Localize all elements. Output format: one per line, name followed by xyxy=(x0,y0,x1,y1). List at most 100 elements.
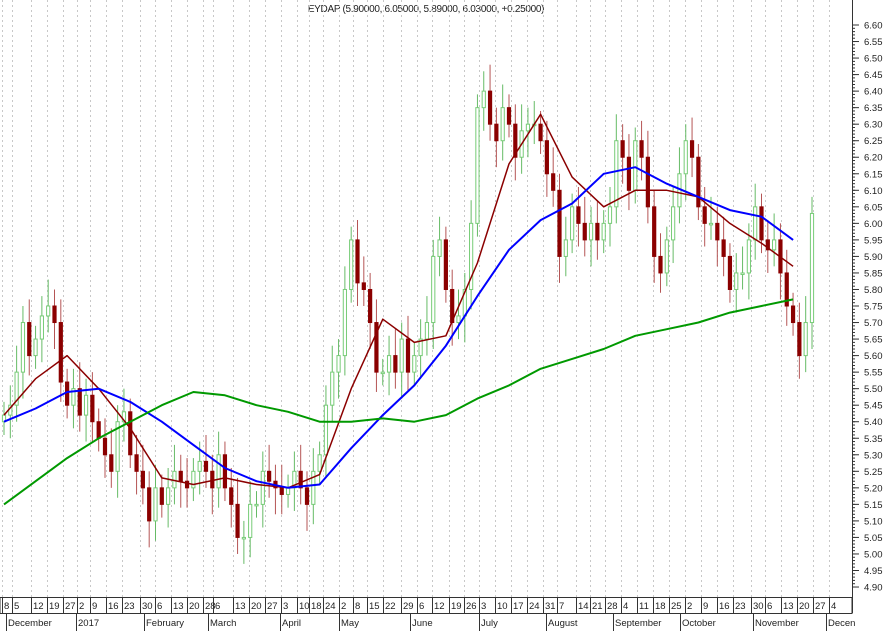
x-month-label: December xyxy=(8,618,52,629)
y-tick-label: 5.45 xyxy=(864,401,883,412)
candle-body xyxy=(595,222,600,241)
x-day-label: 4 xyxy=(831,601,836,612)
x-day-label: 10 xyxy=(497,601,508,612)
candle-body xyxy=(222,454,228,489)
candle xyxy=(740,246,745,290)
candle xyxy=(393,329,398,389)
x-day-label: 6 xyxy=(419,601,424,612)
candle-body xyxy=(267,470,272,482)
chart-canvas: 6.60 6.55 6.50 6.45 6.40 6.35 6.30 6.25 6.20 6.15… xyxy=(0,0,883,631)
candle xyxy=(797,302,802,379)
candle-body xyxy=(721,239,726,257)
candle-body xyxy=(582,222,587,241)
y-tick-label: 5.05 xyxy=(864,533,883,544)
candle-body xyxy=(506,107,512,125)
x-month-label: November xyxy=(755,618,799,629)
x-day-label: 12 xyxy=(33,601,44,612)
x-day-label: 5 xyxy=(14,601,19,612)
candle xyxy=(153,464,158,541)
candle xyxy=(102,418,108,478)
candle-body xyxy=(386,355,392,373)
candle-body xyxy=(576,206,581,224)
x-day-label: 24 xyxy=(529,601,540,612)
candle-body xyxy=(153,487,158,522)
candle-body xyxy=(304,487,310,505)
candle xyxy=(633,127,638,204)
candle xyxy=(386,335,392,396)
candle-body xyxy=(349,239,354,290)
candle xyxy=(222,441,228,502)
candle xyxy=(506,94,512,138)
candle-body xyxy=(424,322,430,340)
candle xyxy=(481,71,486,131)
x-month-label: February xyxy=(146,618,184,629)
candle-body xyxy=(241,536,246,540)
candle-body xyxy=(740,272,745,275)
candle-body xyxy=(683,140,688,175)
candle-body xyxy=(191,470,196,489)
candle-body xyxy=(772,239,777,251)
candle-body xyxy=(734,272,739,290)
candle xyxy=(216,431,221,508)
candle-body xyxy=(689,140,695,158)
x-day-label: 21 xyxy=(592,601,603,612)
y-tick-label: 5.55 xyxy=(864,368,883,379)
y-tick-label: 6.00 xyxy=(864,219,883,230)
candle xyxy=(702,186,707,247)
x-day-label: 27 xyxy=(65,601,76,612)
candle-body xyxy=(77,388,82,416)
candle xyxy=(71,368,76,429)
candle-body xyxy=(380,371,385,375)
candle xyxy=(52,289,57,349)
x-day-label: 24 xyxy=(325,601,336,612)
candle-body xyxy=(109,454,114,472)
candle xyxy=(374,299,379,392)
candle-body xyxy=(797,322,802,357)
candle-body xyxy=(500,107,505,142)
candle xyxy=(513,104,518,181)
stock-chart: EYDAP (5.90000, 6.05000, 5.89000, 6.0300… xyxy=(0,0,883,631)
candle xyxy=(279,464,284,515)
candle-body xyxy=(481,90,486,109)
x-month-label: Decen xyxy=(828,618,855,629)
x-day-label: 6 xyxy=(767,601,772,612)
candle-body xyxy=(443,239,448,290)
candle-body xyxy=(759,206,764,241)
candle-body xyxy=(399,338,404,373)
y-tick-label: 6.55 xyxy=(864,37,883,48)
candle-body xyxy=(27,322,32,357)
y-tick-label: 5.65 xyxy=(864,335,883,346)
candle-body xyxy=(355,239,360,284)
x-day-label: 31 xyxy=(545,601,556,612)
candle xyxy=(689,117,695,178)
x-day-label: 8 xyxy=(4,601,9,612)
y-tick-label: 5.30 xyxy=(864,450,883,461)
candle xyxy=(134,434,139,495)
candle-body xyxy=(639,140,644,158)
candle-body xyxy=(753,206,758,241)
x-day-label: 28 xyxy=(607,601,618,612)
x-day-label: 16 xyxy=(719,601,730,612)
candle xyxy=(115,405,120,498)
candle xyxy=(582,196,587,257)
candle-body xyxy=(456,315,461,324)
candle xyxy=(418,319,423,379)
candle xyxy=(519,104,524,174)
x-day-label: 4 xyxy=(623,601,628,612)
y-tick-label: 4.90 xyxy=(864,583,883,594)
candle xyxy=(557,173,562,283)
candle-body xyxy=(285,487,291,495)
candle-body xyxy=(487,90,493,125)
y-tick-label: 6.20 xyxy=(864,153,883,164)
candle-body xyxy=(437,239,442,257)
candle xyxy=(33,325,38,369)
candle-body xyxy=(361,282,366,290)
x-day-label: 30 xyxy=(142,601,153,612)
x-day-label: 6 xyxy=(157,601,162,612)
candle-body xyxy=(708,222,714,226)
candle xyxy=(77,362,82,432)
x-day-label: 2 xyxy=(687,601,692,612)
y-tick-label: 5.70 xyxy=(864,318,883,329)
candle xyxy=(607,186,613,247)
y-tick-label: 6.35 xyxy=(864,103,883,114)
